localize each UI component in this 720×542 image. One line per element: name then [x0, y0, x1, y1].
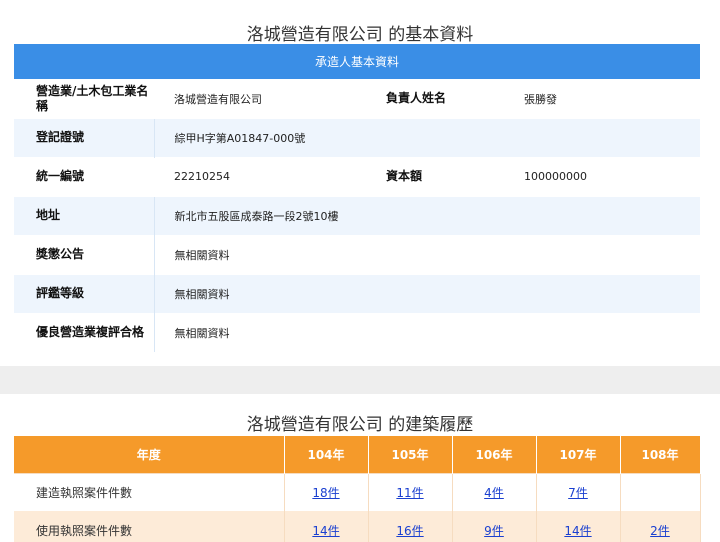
building-permits-104-link[interactable]: 18件	[312, 486, 339, 500]
building-history-table: 年度 104年 105年 106年 107年 108年 建造執照案件件數 18件…	[14, 436, 701, 542]
info-label-address: 地址	[14, 195, 154, 235]
info-value-awards: 無相關資料	[153, 234, 701, 274]
info-value-name: 洛城營造有限公司	[154, 78, 364, 118]
building-permits-108-cell	[620, 472, 701, 511]
use-permits-108-link[interactable]: 2件	[650, 524, 670, 538]
year-header: 年度	[14, 436, 285, 473]
company-info-header: 承造人基本資料	[14, 44, 701, 79]
use-permits-106-link[interactable]: 9件	[484, 524, 504, 538]
info-value-excellence: 無相關資料	[153, 312, 701, 352]
info-label-rating: 評鑑等級	[14, 273, 154, 313]
use-permits-label: 使用執照案件件數	[14, 511, 285, 542]
building-permits-label: 建造執照案件件數	[14, 472, 285, 511]
year-col-108: 108年	[620, 436, 701, 473]
year-col-104: 104年	[284, 436, 369, 473]
building-permits-107-link[interactable]: 7件	[568, 486, 588, 500]
info-value-rating: 無相關資料	[153, 273, 701, 313]
building-history-title: 洛城營造有限公司 的建築履歷	[246, 415, 474, 435]
building-permits-106-link[interactable]: 4件	[484, 486, 504, 500]
info-value-capital: 100000000	[504, 156, 701, 196]
year-col-107: 107年	[536, 436, 621, 473]
info-row-name: 營造業/土木包工業名稱 洛城營造有限公司 負責人姓名 張勝發	[14, 78, 701, 118]
use-permits-107-link[interactable]: 14件	[564, 524, 591, 538]
use-permits-104-link[interactable]: 14件	[312, 524, 339, 538]
info-row-excellence: 優良營造業複評合格 無相關資料	[14, 312, 701, 352]
company-info-card: 洛城營造有限公司 的基本資料 承造人基本資料 營造業/土木包工業名稱 洛城營造有…	[0, 0, 720, 366]
info-row-awards: 獎懲公告 無相關資料	[14, 234, 701, 274]
building-permits-105-link[interactable]: 11件	[396, 486, 423, 500]
history-row-use-permits: 使用執照案件件數 14件 16件 9件 14件 2件	[14, 511, 701, 542]
info-label-excellence: 優良營造業複評合格	[14, 312, 154, 352]
company-info-title: 洛城營造有限公司 的基本資料	[246, 25, 474, 45]
info-row-license: 登記證號 綜甲H字第A01847-000號	[14, 117, 701, 157]
info-label-license: 登記證號	[14, 117, 154, 157]
info-label-owner: 負責人姓名	[364, 78, 504, 118]
info-row-tax-id: 統一編號 22210254 資本額 100000000	[14, 156, 701, 196]
year-col-105: 105年	[368, 436, 453, 473]
info-row-address: 地址 新北市五股區成泰路一段2號10樓	[14, 195, 701, 235]
info-value-tax-id: 22210254	[154, 156, 364, 196]
building-history-card: 洛城營造有限公司 的建築履歷 年度 104年 105年 106年 107年 10…	[0, 394, 720, 542]
use-permits-105-link[interactable]: 16件	[396, 524, 423, 538]
info-value-license: 綜甲H字第A01847-000號	[153, 117, 701, 157]
history-header-row: 年度 104年 105年 106年 107年 108年	[14, 436, 701, 473]
info-label-name: 營造業/土木包工業名稱	[14, 78, 154, 118]
history-row-building-permits: 建造執照案件件數 18件 11件 4件 7件	[14, 472, 701, 511]
info-label-capital: 資本額	[364, 156, 504, 196]
info-label-tax-id: 統一編號	[14, 156, 154, 196]
info-value-address: 新北市五股區成泰路一段2號10樓	[153, 195, 701, 235]
info-label-awards: 獎懲公告	[14, 234, 154, 274]
company-info-table: 承造人基本資料 營造業/土木包工業名稱 洛城營造有限公司 負責人姓名 張勝發 登…	[14, 44, 701, 352]
year-col-106: 106年	[452, 436, 537, 473]
info-row-rating: 評鑑等級 無相關資料	[14, 273, 701, 313]
info-value-owner: 張勝發	[504, 78, 701, 118]
